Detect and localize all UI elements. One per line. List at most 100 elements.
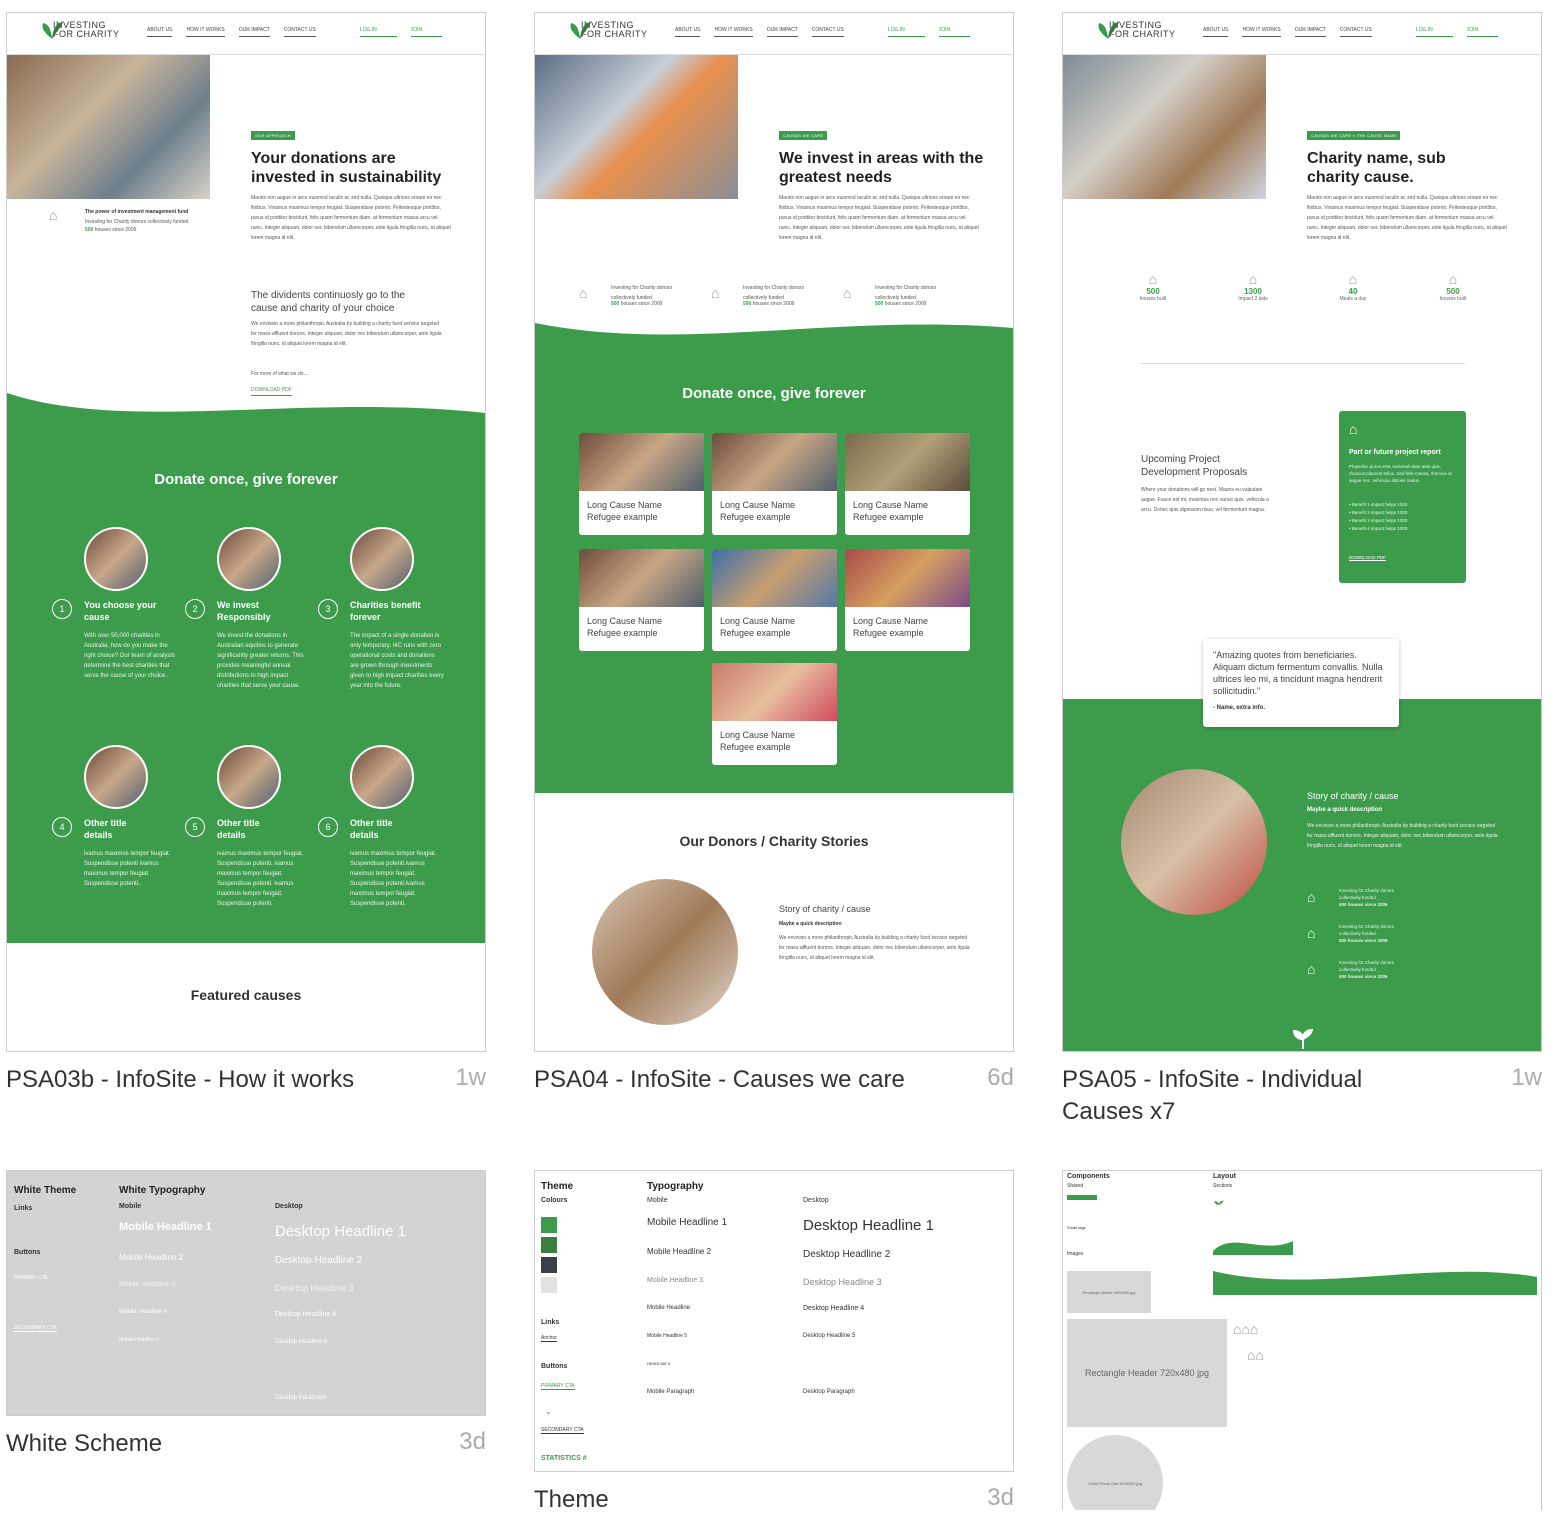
cause-tile[interactable]: Long Cause Name Refugee example xyxy=(845,549,970,651)
house-icon: ⌂ xyxy=(1148,271,1158,287)
house-icon: ⌂⌂⌂ xyxy=(1233,1321,1259,1337)
typography-label: Typography xyxy=(647,1181,704,1192)
nav-contact[interactable]: CONTACT US xyxy=(1339,27,1372,37)
secondary-cta[interactable]: SECONDARY CTA xyxy=(541,1427,584,1434)
primary-cta[interactable]: PRIMARY CTA xyxy=(14,1275,48,1281)
login-link[interactable]: LOG IN xyxy=(887,27,925,37)
card-caption[interactable]: White Scheme xyxy=(6,1428,162,1460)
hero-headline: Charity name, sub charity cause. xyxy=(1307,150,1446,186)
site-logo[interactable]: INVESTING FOR CHARITY xyxy=(1098,21,1176,39)
hero-photo xyxy=(535,55,738,199)
images-label: Images xyxy=(1067,1251,1084,1257)
site-logo[interactable]: INVESTING FOR CHARITY xyxy=(570,21,648,39)
components-label: Components xyxy=(1067,1173,1110,1180)
nav-how[interactable]: HOW IT WORKS xyxy=(186,27,225,37)
join-link[interactable]: JOIN xyxy=(1466,27,1499,37)
small-tags-label: Small tags xyxy=(1067,1225,1086,1230)
theme-label: White Theme xyxy=(14,1185,77,1196)
login-link[interactable]: LOG IN xyxy=(1415,27,1453,37)
step-6-photo xyxy=(350,745,414,809)
impact-stat: ⌂ 500 houses built xyxy=(1423,271,1483,302)
leaf-logo-icon xyxy=(42,22,63,39)
site-nav: INVESTING FOR CHARITY ABOUT US HOW IT WOR… xyxy=(7,13,485,55)
anchor-link[interactable]: Anchor xyxy=(541,1335,557,1342)
join-link[interactable]: JOIN xyxy=(938,27,971,37)
artboard-components[interactable]: Components Shared Small tags Images Rect… xyxy=(1062,1170,1542,1510)
mobile-label: Mobile xyxy=(119,1203,142,1210)
card-caption[interactable]: PSA05 - InfoSite - Individual Causes x7 xyxy=(1062,1064,1442,1128)
cause-photo xyxy=(712,433,837,491)
quote-card: "Amazing quotes from beneficiaries. Aliq… xyxy=(1203,639,1399,727)
swatch-charcoal xyxy=(541,1257,557,1273)
site-logo[interactable]: INVESTING FOR CHARITY xyxy=(42,21,120,39)
artboard-theme[interactable]: Theme Colours Links Anchor Buttons PRIMA… xyxy=(534,1170,1014,1472)
nav-about[interactable]: ABOUT US xyxy=(1203,27,1229,37)
benefit-list: • Benefit 1 impact helps 1000 • Benefit 2… xyxy=(1349,502,1408,531)
quote-name: - Name, extra info. xyxy=(1213,705,1266,711)
report-card: ⌂ Part or future project report Phasellu… xyxy=(1339,411,1466,583)
cause-tile[interactable]: Long Cause Name Refugee example xyxy=(712,663,837,765)
step-5-number: 5 xyxy=(185,817,205,837)
nav-impact[interactable]: OUR IMPACT xyxy=(766,27,798,37)
secondary-cta[interactable]: SECONDARY CTA xyxy=(14,1325,57,1332)
nav-impact[interactable]: OUR IMPACT xyxy=(238,27,270,37)
nav-how[interactable]: HOW IT WORKS xyxy=(1242,27,1281,37)
nav-impact[interactable]: OUR IMPACT xyxy=(1294,27,1326,37)
typography-label: White Typography xyxy=(119,1185,206,1196)
cause-tile[interactable]: Long Cause Name Refugee example xyxy=(712,549,837,651)
section-tag: CAUSES WE CARE xyxy=(779,131,828,140)
primary-cta[interactable]: PRIMARY CTA xyxy=(541,1383,575,1390)
card-caption[interactable]: PSA03b - InfoSite - How it works xyxy=(6,1064,354,1096)
story-sub: Maybe a quick description xyxy=(779,921,842,927)
theme-label: Theme xyxy=(541,1181,574,1192)
house-icon: ⌂ xyxy=(1448,271,1458,287)
impact-stat: ⌂ 500 houses built xyxy=(1123,271,1183,302)
join-link[interactable]: JOIN xyxy=(410,27,443,37)
cause-tile[interactable]: Long Cause Name Refugee example xyxy=(845,433,970,535)
circle-photo-placeholder: Circle Photo Size 520x520.jpg xyxy=(1067,1435,1163,1510)
card-age: 6d xyxy=(987,1064,1014,1091)
step-2-title: We invest Responsibly xyxy=(217,600,271,622)
artboard-white-scheme[interactable]: White Theme White Typography Links Butto… xyxy=(6,1170,486,1416)
step-1-text: With over 50,000 charities in Australia,… xyxy=(84,633,176,679)
cause-photo xyxy=(579,549,704,607)
house-icon: ⌂ xyxy=(1349,421,1358,437)
cause-photo xyxy=(845,433,970,491)
rect-header-placeholder: Rectangle Header 720x480 jpg xyxy=(1067,1319,1227,1427)
nav-contact[interactable]: CONTACT US xyxy=(283,27,316,37)
card-age: 1w xyxy=(455,1064,486,1091)
nav-about[interactable]: ABOUT US xyxy=(675,27,701,37)
layout-label: Layout xyxy=(1213,1173,1236,1180)
story-title: Story of charity / cause xyxy=(779,904,871,914)
cause-tile[interactable]: Long Cause Name Refugee example xyxy=(712,433,837,535)
cause-photo xyxy=(712,663,837,721)
step-6-number: 6 xyxy=(318,817,338,837)
quote-text: "Amazing quotes from beneficiaries. Aliq… xyxy=(1213,650,1383,696)
fund-stat-text: houses since 2009 xyxy=(94,227,137,233)
cause-tile[interactable]: Long Cause Name Refugee example xyxy=(579,433,704,535)
step-4-number: 4 xyxy=(52,817,72,837)
section-wave-sample xyxy=(1213,1241,1293,1255)
nav-about[interactable]: ABOUT US xyxy=(147,27,173,37)
card-caption[interactable]: Theme xyxy=(534,1484,609,1516)
fund-stat: 500 xyxy=(85,227,94,233)
story-title: Story of charity / cause xyxy=(1307,791,1399,801)
cause-tile[interactable]: Long Cause Name Refugee example xyxy=(579,549,704,651)
sub-headline: The dividents continuosly go to the caus… xyxy=(251,290,405,314)
step-2-text: We invest the donations in Australian eq… xyxy=(217,633,304,689)
artboard-psa05[interactable]: INVESTING FOR CHARITY ABOUT US HOW IT WOR… xyxy=(1062,12,1542,1052)
login-link[interactable]: LOG IN xyxy=(359,27,397,37)
divider xyxy=(1141,363,1465,364)
nav-contact[interactable]: CONTACT US xyxy=(811,27,844,37)
nav-links: ABOUT US HOW IT WORKS OUR IMPACT CONTACT… xyxy=(675,27,971,37)
chevron-down-icon[interactable]: ⌄ xyxy=(545,1407,552,1416)
nav-how[interactable]: HOW IT WORKS xyxy=(714,27,753,37)
card-age: 3d xyxy=(459,1428,486,1455)
card-caption[interactable]: PSA04 - InfoSite - Causes we care xyxy=(534,1064,905,1096)
impact-stat: ⌂ 40 Meals a day xyxy=(1323,271,1383,302)
fund-title: The power of investment management fund xyxy=(85,209,189,215)
artboard-psa03b[interactable]: INVESTING FOR CHARITY ABOUT US HOW IT WOR… xyxy=(6,12,486,1052)
download-pdf-link[interactable]: DOWNLOAD PDF xyxy=(1349,555,1386,561)
artboard-psa04[interactable]: INVESTING FOR CHARITY ABOUT US HOW IT WOR… xyxy=(534,12,1014,1052)
step-5-title: Other title details xyxy=(217,818,260,840)
